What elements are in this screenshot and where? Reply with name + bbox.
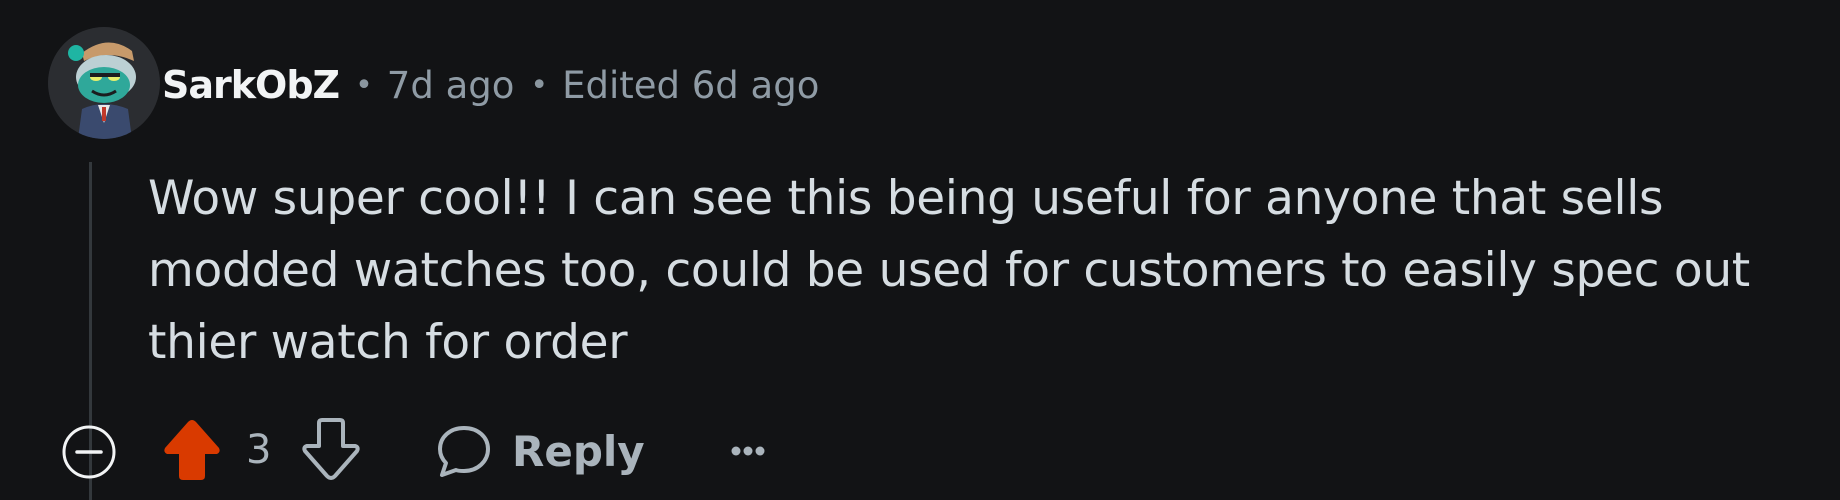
comment-header: SarkObZ • 7d ago • Edited 6d ago <box>162 60 819 110</box>
meta-separator: • <box>355 67 373 103</box>
edited-time: Edited 6d ago <box>562 63 820 107</box>
comment: SarkObZ • 7d ago • Edited 6d ago Wow sup… <box>0 0 1840 500</box>
downvote-button[interactable] <box>300 416 362 482</box>
more-options-button[interactable] <box>722 428 774 474</box>
comment-body: Wow super cool!! I can see this being us… <box>148 171 1750 370</box>
comment-actions: 3 Reply <box>0 410 1840 490</box>
posted-time[interactable]: 7d ago <box>387 64 515 107</box>
collapse-button[interactable] <box>61 424 117 480</box>
speech-bubble-icon <box>438 426 490 477</box>
meta-separator: • <box>530 67 549 103</box>
reply-button[interactable]: Reply <box>436 418 645 484</box>
avatar-snoo-icon <box>48 27 160 139</box>
reply-label: Reply <box>512 426 645 476</box>
upvote-button[interactable] <box>161 416 223 482</box>
downvote-arrow-icon <box>302 418 360 480</box>
author-name[interactable]: SarkObZ <box>162 63 340 107</box>
vote-score: 3 <box>246 427 272 473</box>
ellipsis-icon <box>731 446 765 456</box>
avatar[interactable] <box>48 27 160 139</box>
upvote-arrow-icon <box>164 420 220 480</box>
collapse-minus-circle-icon <box>62 425 116 479</box>
